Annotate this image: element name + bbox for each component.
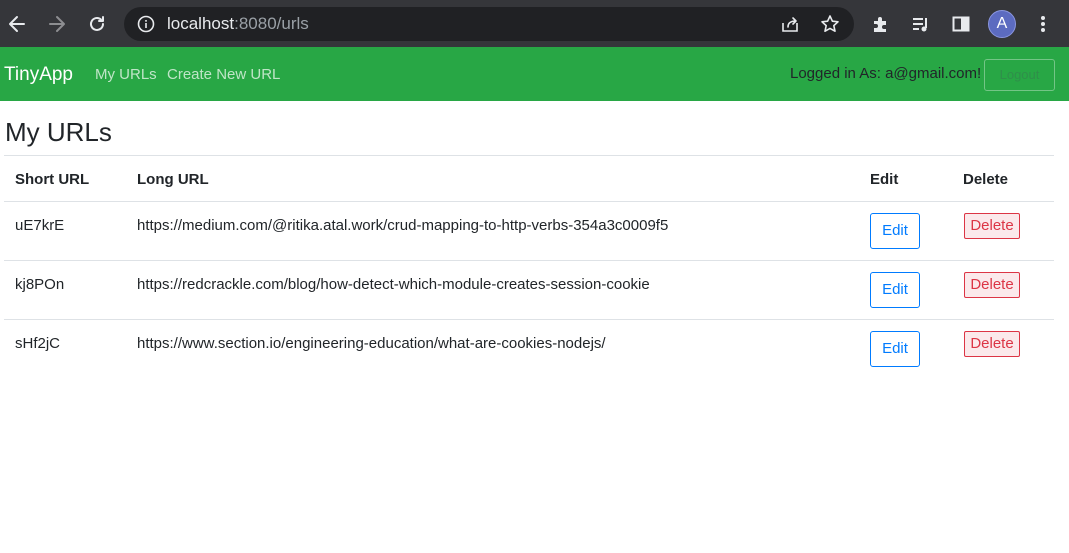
address-url[interactable]: localhost:8080/urls — [167, 15, 309, 33]
long-url-cell: https://www.section.io/engineering-educa… — [137, 335, 606, 352]
brand-link[interactable]: TinyApp — [4, 64, 73, 86]
back-arrow-icon[interactable] — [4, 11, 30, 37]
logout-button[interactable]: Logout — [984, 59, 1055, 91]
nav-link-my-urls[interactable]: My URLs — [95, 66, 157, 83]
reload-icon[interactable] — [84, 11, 110, 37]
table-divider — [4, 201, 1054, 202]
column-header-short-url: Short URL — [15, 171, 90, 188]
table-divider — [4, 155, 1054, 156]
logged-in-status: Logged in As: a@gmail.com! — [790, 65, 982, 82]
column-header-delete: Delete — [963, 171, 1009, 188]
delete-button[interactable]: Delete — [964, 331, 1020, 357]
address-bar[interactable]: localhost:8080/urls — [124, 7, 854, 41]
delete-button[interactable]: Delete — [964, 272, 1020, 298]
short-url-cell: kj8POn — [15, 276, 65, 293]
edit-button[interactable]: Edit — [870, 213, 920, 249]
nav-link-create-new-url[interactable]: Create New URL — [167, 66, 280, 83]
table-divider — [4, 260, 1054, 261]
more-menu-icon[interactable] — [1030, 11, 1056, 37]
app-navbar: TinyApp My URLs Create New URL Logged in… — [0, 47, 1069, 101]
long-url-cell: https://redcrackle.com/blog/how-detect-w… — [137, 276, 650, 293]
forward-arrow-icon[interactable] — [44, 11, 70, 37]
column-header-edit: Edit — [870, 171, 899, 188]
profile-avatar[interactable]: A — [988, 10, 1016, 38]
url-host: localhost — [167, 14, 235, 33]
page-title: My URLs — [5, 117, 112, 147]
site-info-icon[interactable] — [137, 15, 155, 38]
share-icon[interactable] — [780, 15, 800, 38]
table-divider — [4, 319, 1054, 320]
extensions-icon[interactable] — [868, 11, 894, 37]
delete-button[interactable]: Delete — [964, 213, 1020, 239]
side-panel-icon[interactable] — [948, 11, 974, 37]
browser-toolbar: localhost:8080/urls A — [0, 0, 1069, 47]
short-url-cell: uE7krE — [15, 217, 65, 234]
edit-button[interactable]: Edit — [870, 331, 920, 367]
media-queue-icon[interactable] — [908, 11, 934, 37]
edit-button[interactable]: Edit — [870, 272, 920, 308]
bookmark-star-icon[interactable] — [820, 14, 840, 39]
column-header-long-url: Long URL — [137, 171, 209, 188]
short-url-cell: sHf2jC — [15, 335, 61, 352]
url-path: :8080/urls — [234, 14, 309, 33]
long-url-cell: https://medium.com/@ritika.atal.work/cru… — [137, 217, 669, 234]
